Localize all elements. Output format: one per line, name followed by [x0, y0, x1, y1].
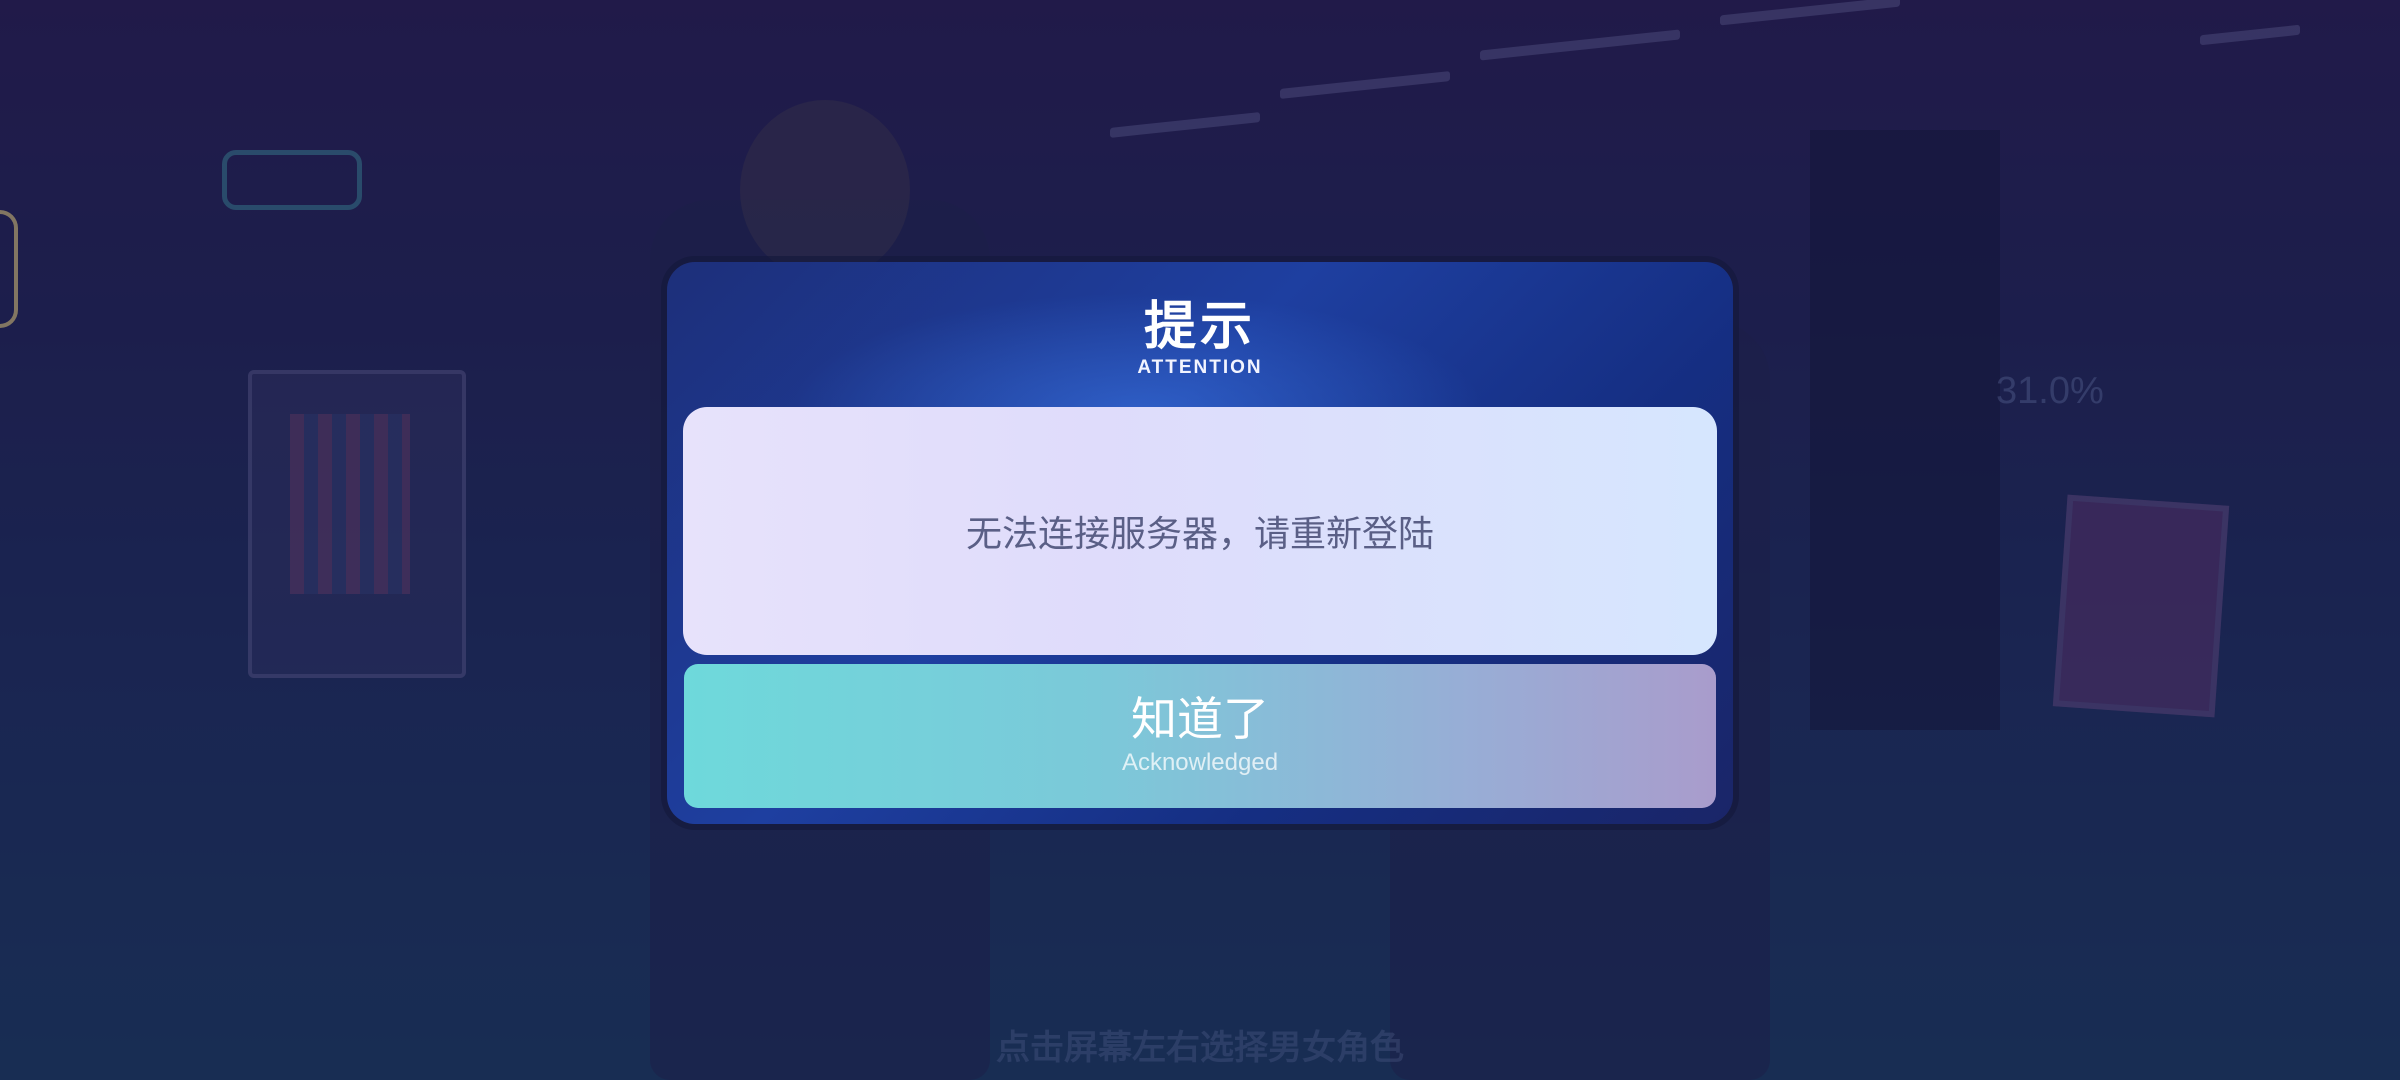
- message-box: 无法连接服务器，请重新登陆: [683, 407, 1717, 655]
- acknowledge-button-label: 知道了: [1131, 692, 1269, 746]
- dialog-subtitle: ATTENTION: [1137, 357, 1263, 378]
- attention-dialog: 提示 ATTENTION 无法连接服务器，请重新登陆 知道了 Acknowled…: [667, 262, 1733, 824]
- acknowledge-button-sublabel: Acknowledged: [1121, 748, 1279, 776]
- acknowledge-button[interactable]: 知道了 Acknowledged: [684, 664, 1716, 808]
- dialog-title: 提示: [1143, 297, 1256, 357]
- dialog-message: 无法连接服务器，请重新登陆: [965, 514, 1434, 555]
